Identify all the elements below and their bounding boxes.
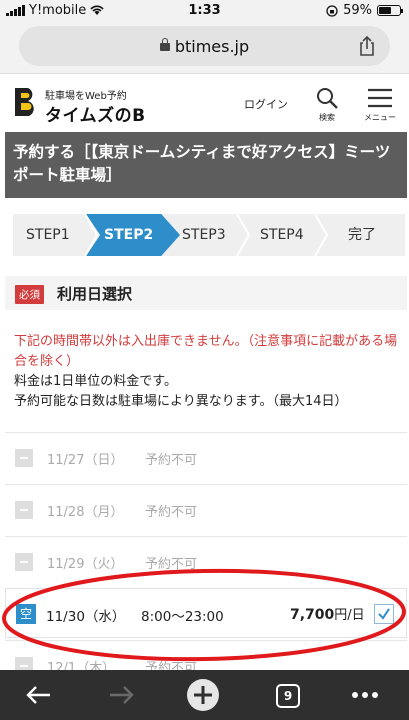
logo-subtitle: 駐車場をWeb予約 bbox=[45, 91, 127, 102]
new-tab-plus-icon[interactable] bbox=[186, 678, 220, 712]
battery-percent: 59% bbox=[343, 3, 372, 18]
menu-label: メニュー bbox=[364, 113, 396, 122]
url-text: btimes.jp bbox=[174, 37, 250, 56]
login-link[interactable]: ログイン bbox=[244, 96, 288, 112]
search-icon bbox=[317, 88, 338, 109]
time-warning: 下記の時間帯以外は入出庫できません。（注意事項に記載がある場合を除く） bbox=[14, 334, 398, 369]
tab-count-button[interactable]: 9 bbox=[276, 684, 300, 708]
section-title: 利用日選択 bbox=[57, 285, 133, 303]
date-row: 11/27（日） 予約不可 bbox=[5, 432, 407, 482]
step-3: STEP3 bbox=[182, 227, 226, 243]
page-title: 予約する［【東京ドームシティまで好アクセス】ミーツポート駐車場］ bbox=[5, 132, 407, 198]
back-arrow-icon[interactable] bbox=[22, 678, 56, 712]
step-separator bbox=[236, 214, 251, 256]
available-hours: 8:00〜23:00 bbox=[141, 609, 224, 625]
step-indicator: STEP1 STEP2 STEP3 STEP4 完了 bbox=[13, 214, 405, 256]
price-unit: 円/日 bbox=[334, 608, 365, 623]
unavailable-icon bbox=[15, 553, 33, 571]
availability-status: 予約不可 bbox=[145, 505, 198, 520]
date-label: 11/30（水） bbox=[46, 609, 126, 625]
forward-arrow-icon[interactable] bbox=[104, 678, 138, 712]
availability-status: 予約不可 bbox=[145, 453, 198, 468]
step-2-current: STEP2 bbox=[104, 227, 154, 243]
date-row: 11/29（火） 予約不可 bbox=[5, 536, 407, 586]
price-value: 7,700 bbox=[290, 607, 335, 623]
date-label: 11/29（火） bbox=[47, 557, 124, 572]
search-label: 検索 bbox=[319, 113, 335, 122]
date-checkbox[interactable] bbox=[374, 604, 394, 624]
date-label: 11/27（日） bbox=[47, 453, 124, 468]
address-bar[interactable]: btimes.jp bbox=[19, 26, 390, 66]
unavailable-icon bbox=[15, 501, 33, 519]
share-icon[interactable] bbox=[356, 35, 378, 57]
usage-notes: 下記の時間帯以外は入出庫できません。（注意事項に記載がある場合を除く） 料金は1… bbox=[14, 332, 404, 412]
more-options-icon[interactable] bbox=[348, 678, 382, 712]
hamburger-icon bbox=[368, 88, 392, 108]
site-header: 駐車場をWeb予約 タイムズのB ログイン 検索 メニュー bbox=[0, 74, 409, 132]
logo-b-icon[interactable] bbox=[13, 86, 39, 118]
search-button[interactable]: 検索 bbox=[312, 86, 342, 123]
status-bar: Y!mobile 1:33 59% bbox=[0, 0, 409, 22]
checkmark-icon bbox=[378, 608, 390, 620]
battery-icon bbox=[377, 5, 403, 16]
step-separator bbox=[314, 214, 329, 256]
required-badge: 必須 bbox=[15, 285, 44, 304]
logo-title[interactable]: タイムズのB bbox=[45, 101, 146, 126]
date-row: 11/28（月） 予約不可 bbox=[5, 484, 407, 534]
fee-note: 料金は1日単位の料金です。 bbox=[14, 374, 177, 389]
unavailable-icon bbox=[15, 449, 33, 467]
lock-icon bbox=[159, 38, 170, 51]
date-row-available[interactable]: 空 11/30（水） 8:00〜23:00 7,700円/日 bbox=[5, 588, 407, 638]
max-days-note: 予約可能な日数は駐車場により異なります。（最大14日） bbox=[14, 394, 348, 409]
step-1: STEP1 bbox=[26, 227, 70, 243]
date-label: 11/28（月） bbox=[47, 505, 124, 520]
daily-price: 7,700円/日 bbox=[290, 604, 365, 623]
step-4: STEP4 bbox=[260, 227, 304, 243]
section-heading: 必須 利用日選択 bbox=[5, 276, 407, 310]
browser-toolbar: 9 bbox=[0, 670, 409, 720]
step-separator bbox=[84, 214, 99, 256]
browser-address-area: btimes.jp bbox=[0, 22, 409, 74]
step-complete: 完了 bbox=[348, 227, 376, 243]
availability-status: 予約不可 bbox=[145, 557, 198, 572]
vacancy-badge: 空 bbox=[16, 604, 36, 624]
rotation-lock-icon bbox=[326, 4, 338, 17]
menu-button[interactable]: メニュー bbox=[360, 86, 400, 123]
